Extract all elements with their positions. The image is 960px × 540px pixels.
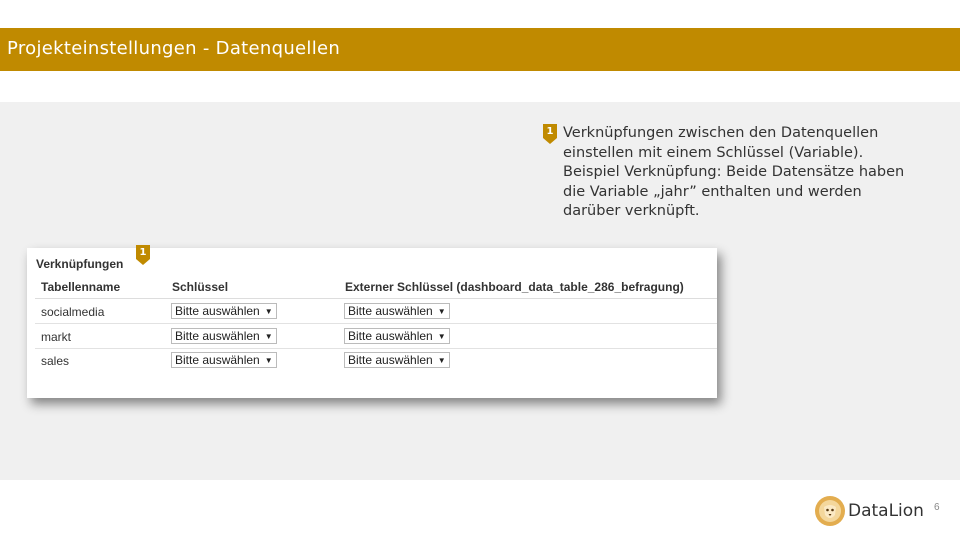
select-value: Bitte auswählen xyxy=(175,304,260,318)
select-value: Bitte auswählen xyxy=(175,353,260,367)
table-name-cell: socialmedia xyxy=(41,305,105,319)
key-select[interactable]: Bitte auswählen ▼ xyxy=(171,328,277,344)
table-name-cell: markt xyxy=(41,330,71,344)
slide-title: Projekteinstellungen - Datenquellen xyxy=(7,38,341,59)
key-select[interactable]: Bitte auswählen ▼ xyxy=(171,352,277,368)
external-key-select[interactable]: Bitte auswählen ▼ xyxy=(344,328,450,344)
annotation-line: Beispiel Verknüpfung: Beide Datensätze h… xyxy=(563,164,905,180)
table-row: sales Bitte auswählen ▼ Bitte auswählen ▼ xyxy=(35,348,717,372)
annotation-text: Verknüpfungen zwischen den Datenquellen … xyxy=(563,124,933,222)
annotation-line: einstellen mit einem Schlüssel (Variable… xyxy=(563,144,864,161)
select-value: Bitte auswählen xyxy=(348,304,433,318)
triangle-down-icon: ▼ xyxy=(264,332,273,341)
links-panel: Verknüpfungen Tabellenname Schlüssel Ext… xyxy=(27,248,717,398)
key-select[interactable]: Bitte auswählen ▼ xyxy=(171,303,277,319)
select-value: Bitte auswählen xyxy=(348,353,433,367)
annotation-line: Verknüpfungen zwischen den Datenquellen xyxy=(563,125,879,141)
table-row: markt Bitte auswählen ▼ Bitte auswählen ▼ xyxy=(35,324,717,349)
title-bar: Projekteinstellungen - Datenquellen xyxy=(0,28,960,71)
select-value: Bitte auswählen xyxy=(175,329,260,343)
triangle-down-icon: ▼ xyxy=(437,307,446,316)
triangle-down-icon: ▼ xyxy=(437,332,446,341)
annotation-line: die Variable „jahr” enthalten und werden xyxy=(563,183,862,200)
external-key-select[interactable]: Bitte auswählen ▼ xyxy=(344,352,450,368)
external-key-select[interactable]: Bitte auswählen ▼ xyxy=(344,303,450,319)
column-header-table-name: Tabellenname xyxy=(41,280,121,294)
brand-name: DataLion xyxy=(848,501,924,521)
select-value: Bitte auswählen xyxy=(348,329,433,343)
column-header-key: Schlüssel xyxy=(172,280,229,294)
panel-badge: 1 xyxy=(136,245,150,265)
panel-title: Verknüpfungen xyxy=(36,257,124,271)
annotation-line: darüber verknüpft. xyxy=(563,203,700,219)
triangle-down-icon: ▼ xyxy=(437,356,446,365)
annotation-badge: 1 xyxy=(543,124,557,144)
triangle-down-icon: ▼ xyxy=(264,307,273,316)
page-number: 6 xyxy=(934,502,940,513)
table-row: socialmedia Bitte auswählen ▼ Bitte auswä… xyxy=(35,299,717,324)
triangle-down-icon: ▼ xyxy=(264,356,273,365)
lion-logo-icon xyxy=(815,496,845,526)
column-header-external-key: Externer Schlüssel (dashboard_data_table… xyxy=(345,280,684,294)
table-name-cell: sales xyxy=(41,354,70,368)
